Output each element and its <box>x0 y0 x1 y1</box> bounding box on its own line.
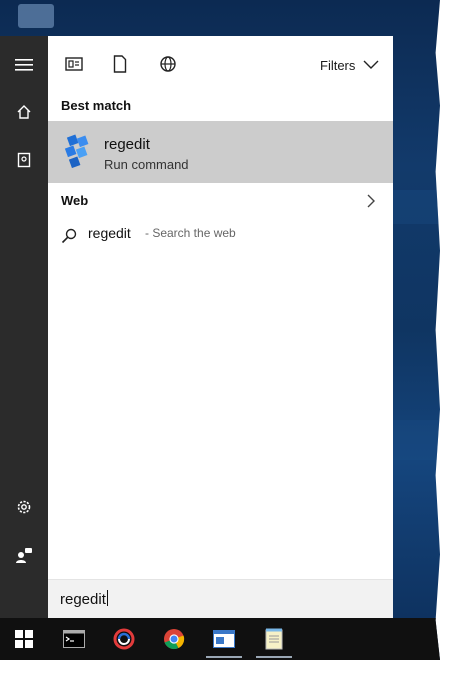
search-results-pane: Filters Best match regedit Run command W… <box>48 36 393 619</box>
sync-app-icon[interactable] <box>100 620 148 658</box>
result-app-name: regedit <box>104 136 150 153</box>
screenshot: Filters Best match regedit Run command W… <box>0 0 457 674</box>
web-result-term: regedit <box>88 225 131 241</box>
left-rail <box>0 36 48 618</box>
desktop-band <box>393 420 440 460</box>
notepad-icon[interactable] <box>250 620 298 658</box>
regedit-icon <box>64 134 92 169</box>
documents-filter-icon[interactable] <box>64 54 84 74</box>
settings-icon[interactable] <box>0 484 48 530</box>
desktop-shortcut-icon[interactable] <box>18 4 54 28</box>
best-match-heading: Best match <box>61 98 132 113</box>
taskbar <box>0 618 440 660</box>
chrome-icon[interactable] <box>150 620 198 658</box>
filters-label: Filters <box>320 57 356 73</box>
best-match-result[interactable]: regedit Run command <box>48 121 393 183</box>
result-app-type: Run command <box>104 157 189 172</box>
filters-button[interactable]: Filters <box>320 56 379 74</box>
chevron-down-icon <box>363 60 379 69</box>
search-input-box[interactable]: regedit <box>48 579 393 619</box>
file-filter-icon[interactable] <box>110 54 130 74</box>
web-heading: Web <box>61 193 89 208</box>
web-result-hint: - Search the web <box>145 226 236 240</box>
desktop-band <box>393 190 440 224</box>
filter-bar: Filters <box>48 36 393 92</box>
window-app-icon[interactable] <box>200 620 248 658</box>
web-filter-icon[interactable] <box>158 54 178 74</box>
search-input-value: regedit <box>60 591 106 608</box>
feedback-icon[interactable] <box>0 532 48 578</box>
windows-start-icon[interactable] <box>0 620 48 658</box>
desktop-background: Filters Best match regedit Run command W… <box>0 0 440 660</box>
command-prompt-icon[interactable] <box>50 620 98 658</box>
text-caret <box>106 590 108 606</box>
web-search-result[interactable]: regedit - Search the web <box>48 219 393 251</box>
search-input[interactable]: regedit <box>60 590 108 608</box>
chevron-right-icon[interactable] <box>365 194 377 208</box>
start-search-panel: Filters Best match regedit Run command W… <box>0 36 393 619</box>
hamburger-menu-icon[interactable] <box>0 42 48 88</box>
home-icon[interactable] <box>0 89 48 135</box>
search-icon <box>61 228 77 244</box>
notebook-icon[interactable] <box>0 137 48 183</box>
